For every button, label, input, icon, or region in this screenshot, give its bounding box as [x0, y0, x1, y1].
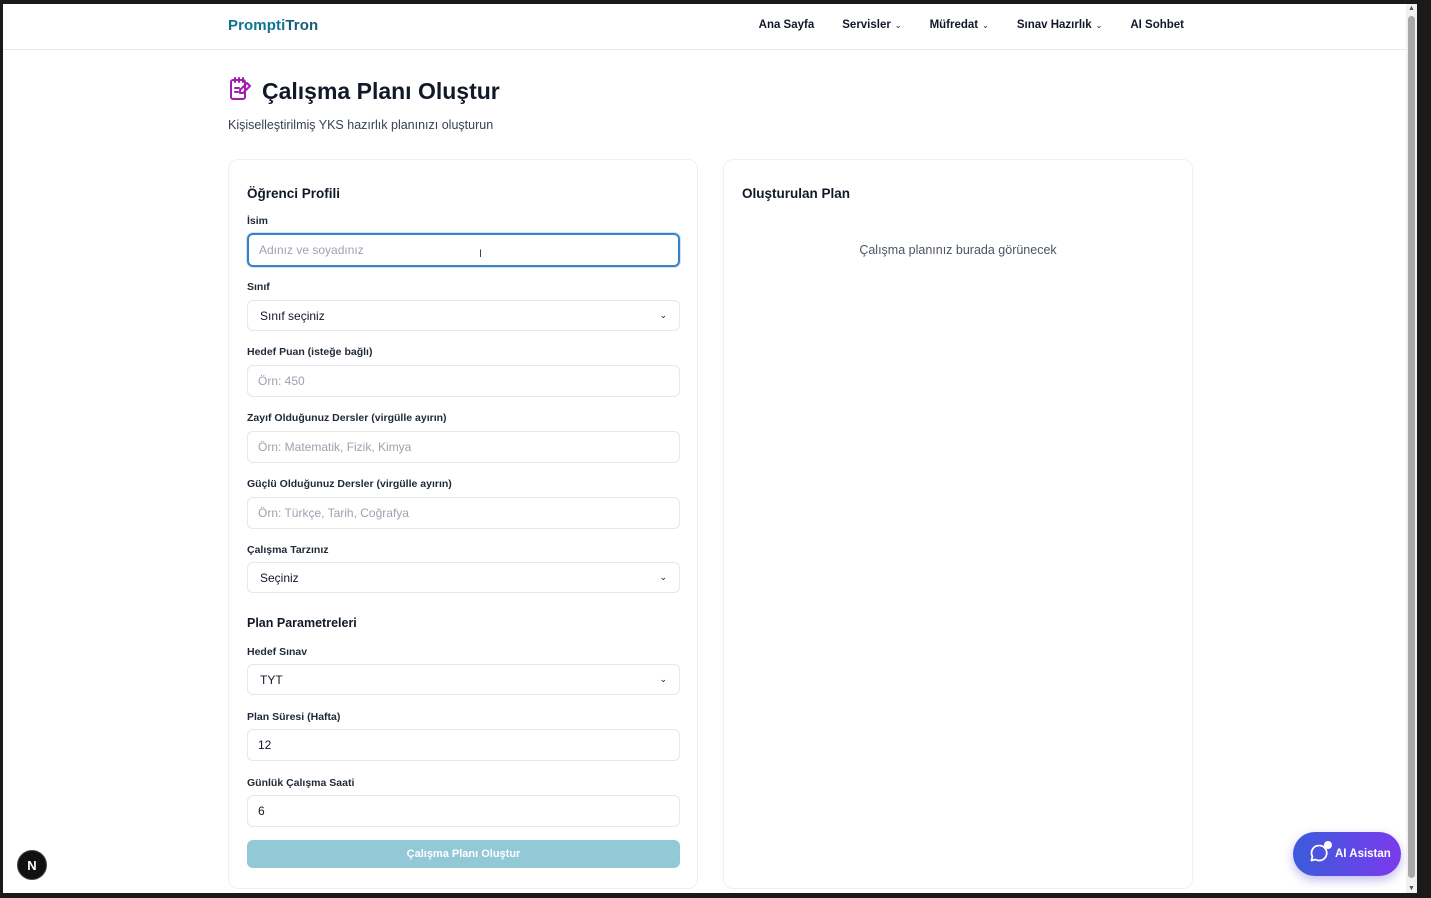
- student-profile-title: Öğrenci Profili: [247, 186, 341, 201]
- nav-link-mufredat[interactable]: Müfredat ⌄: [930, 19, 989, 31]
- scroll-down-icon[interactable]: ▼: [1406, 885, 1417, 892]
- weak-subjects-input[interactable]: Örn: Matematik, Fizik, Kimya: [247, 431, 680, 463]
- nav-link-label: Müfredat: [929, 19, 979, 31]
- plan-empty-state: Çalışma planınız burada görünecek: [859, 243, 1057, 257]
- page-header: Çalışma Planı Oluştur: [228, 76, 500, 107]
- target-score-label: Hedef Puan (isteğe bağlı): [247, 346, 373, 358]
- logo-text-prompti: Prompti: [228, 17, 286, 34]
- chevron-down-icon: ⌄: [982, 20, 989, 30]
- generated-plan-card: Oluşturulan Plan Çalışma planınız burada…: [723, 159, 1193, 889]
- daily-hours-input[interactable]: 6: [247, 795, 680, 827]
- generated-plan-title: Oluşturulan Plan: [742, 186, 851, 201]
- scroll-thumb[interactable]: [1408, 16, 1415, 878]
- plan-params-title: Plan Parametreleri: [247, 616, 357, 630]
- plan-weeks-input[interactable]: 12: [247, 729, 680, 761]
- edit-note-icon: [228, 76, 252, 107]
- target-score-placeholder: Örn: 450: [258, 374, 305, 388]
- nav-links: Ana Sayfa Servisler ⌄ Müfredat ⌄ Sınav H…: [759, 19, 1184, 31]
- logo-text-tron: Tron: [285, 17, 319, 34]
- page-scrollbar[interactable]: ▲ ▼: [1406, 4, 1417, 893]
- nav-link-label: Sınav Hazırlık: [1016, 19, 1092, 31]
- chevron-down-icon: ⌄: [1095, 20, 1103, 30]
- create-plan-button[interactable]: Çalışma Planı Oluştur: [247, 840, 680, 868]
- ai-assistant-label: AI Asistan: [1335, 848, 1391, 860]
- study-style-select[interactable]: Seçiniz ⌄: [247, 562, 680, 593]
- name-label: İsim: [247, 215, 269, 227]
- daily-hours-value: 6: [258, 804, 265, 818]
- study-style-label: Çalışma Tarzınız: [247, 544, 329, 556]
- strong-subjects-input[interactable]: Örn: Türkçe, Tarih, Coğrafya: [247, 497, 680, 529]
- nav-link-servisler[interactable]: Servisler ⌄: [842, 19, 901, 31]
- target-exam-select[interactable]: TYT ⌄: [247, 664, 680, 695]
- chevron-down-icon: ⌄: [659, 310, 667, 320]
- nav-link-label: AI Sohbet: [1130, 19, 1184, 31]
- name-placeholder: Adınız ve soyadınız: [259, 243, 364, 257]
- daily-hours-label: Günlük Çalışma Saati: [247, 777, 355, 789]
- nextjs-dev-badge[interactable]: N: [17, 850, 47, 880]
- study-style-value: Seçiniz: [260, 570, 299, 585]
- nav-link-label: Servisler: [842, 19, 891, 31]
- nav-link-ai-sohbet[interactable]: AI Sohbet: [1130, 19, 1184, 31]
- logo[interactable]: PromptiTron: [228, 17, 318, 34]
- scroll-up-icon[interactable]: ▲: [1406, 5, 1417, 12]
- target-exam-label: Hedef Sınav: [247, 646, 308, 658]
- browser-viewport: PromptiTron Ana Sayfa Servisler ⌄ Müfred…: [3, 4, 1417, 893]
- weak-subjects-label: Zayıf Olduğunuz Dersler (virgülle ayırın…: [247, 412, 447, 424]
- ai-assistant-button[interactable]: AI Asistan: [1293, 832, 1401, 876]
- notification-dot-icon: [1324, 841, 1332, 849]
- class-select-value: Sınıf seçiniz: [260, 308, 325, 323]
- chevron-down-icon: ⌄: [659, 572, 667, 582]
- strong-subjects-label: Güçlü Olduğunuz Dersler (virgülle ayırın…: [247, 478, 452, 490]
- target-exam-value: TYT: [260, 672, 283, 687]
- class-label: Sınıf: [247, 281, 270, 293]
- nav-link-sinav-hazirlik[interactable]: Sınav Hazırlık ⌄: [1017, 19, 1103, 31]
- nav-link-label: Ana Sayfa: [758, 19, 815, 31]
- target-score-input[interactable]: Örn: 450: [247, 365, 680, 397]
- navbar: PromptiTron Ana Sayfa Servisler ⌄ Müfred…: [3, 4, 1417, 50]
- chevron-down-icon: ⌄: [659, 674, 667, 684]
- page-title: Çalışma Planı Oluştur: [262, 78, 500, 104]
- student-profile-card: Öğrenci Profili İsim Adınız ve soyadınız…: [228, 159, 698, 889]
- class-select[interactable]: Sınıf seçiniz ⌄: [247, 300, 680, 331]
- page-subtitle: Kişiselleştirilmiş YKS hazırlık planınız…: [228, 118, 494, 132]
- plan-weeks-label: Plan Süresi (Hafta): [247, 711, 341, 723]
- text-cursor-icon: I: [479, 248, 483, 260]
- strong-subjects-placeholder: Örn: Türkçe, Tarih, Coğrafya: [258, 506, 409, 520]
- weak-subjects-placeholder: Örn: Matematik, Fizik, Kimya: [258, 440, 412, 454]
- plan-weeks-value: 12: [258, 738, 272, 752]
- name-input[interactable]: Adınız ve soyadınız I: [247, 233, 680, 267]
- chevron-down-icon: ⌄: [894, 20, 902, 30]
- nav-link-ana-sayfa[interactable]: Ana Sayfa: [759, 19, 815, 31]
